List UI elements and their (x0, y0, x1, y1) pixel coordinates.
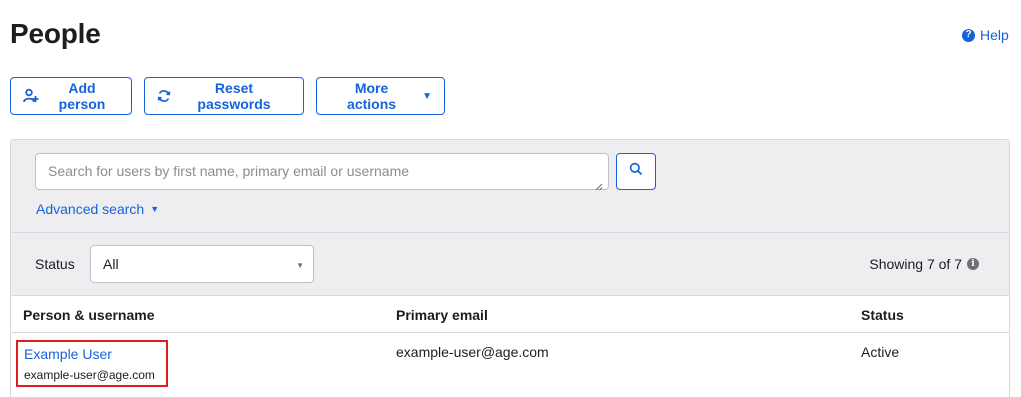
help-link[interactable]: ? Help (962, 27, 1009, 43)
page-title: People (10, 18, 101, 49)
question-circle-icon: ? (962, 28, 975, 42)
column-header-status: Status (861, 307, 904, 323)
highlighted-person-cell: Example User example-user@age.com (16, 340, 168, 387)
filter-area: Status All ▼ Showing 7 of 7 i (11, 233, 1009, 296)
add-person-label: Add person (58, 80, 106, 112)
reset-passwords-button[interactable]: Reset passwords (144, 77, 304, 115)
toolbar: Add person Reset passwords More actions … (10, 77, 445, 115)
caret-down-icon: ▼ (422, 90, 432, 102)
more-actions-label: More actions (347, 80, 397, 112)
status-value: Active (861, 344, 900, 360)
advanced-search-link[interactable]: Advanced search ▼ (36, 201, 159, 217)
reset-passwords-label: Reset passwords (197, 80, 271, 112)
status-select-value: All (103, 256, 119, 272)
primary-email: example-user@age.com (396, 344, 549, 360)
status-filter-label: Status (35, 256, 75, 272)
advanced-search-label: Advanced search (36, 201, 145, 217)
column-header-email: Primary email (396, 307, 488, 323)
more-actions-button[interactable]: More actions ▼ (316, 77, 445, 115)
table-header: Person & username Primary email Status (11, 296, 1009, 333)
table-row: Example User example-user@age.com exampl… (11, 333, 1009, 393)
status-select[interactable]: All ▼ (90, 245, 314, 283)
people-panel: Advanced search ▼ Status All ▼ Showing 7… (10, 139, 1010, 397)
search-button[interactable] (616, 153, 656, 190)
search-icon (629, 162, 643, 181)
refresh-icon (157, 89, 171, 103)
help-label: Help (980, 27, 1009, 43)
result-count-label: Showing 7 of 7 (869, 256, 962, 272)
person-username: example-user@age.com (24, 368, 155, 382)
caret-down-icon: ▼ (150, 204, 160, 214)
result-count: Showing 7 of 7 i (869, 256, 979, 272)
add-person-button[interactable]: Add person (10, 77, 132, 115)
column-header-person: Person & username (23, 307, 155, 323)
resize-grip-icon[interactable] (595, 178, 603, 191)
info-icon[interactable]: i (967, 258, 979, 270)
chevron-down-icon: ▼ (296, 261, 304, 270)
search-input[interactable] (35, 153, 609, 190)
person-name-link[interactable]: Example User (24, 346, 112, 362)
search-area: Advanced search ▼ (11, 140, 1009, 233)
add-user-icon (23, 88, 39, 104)
